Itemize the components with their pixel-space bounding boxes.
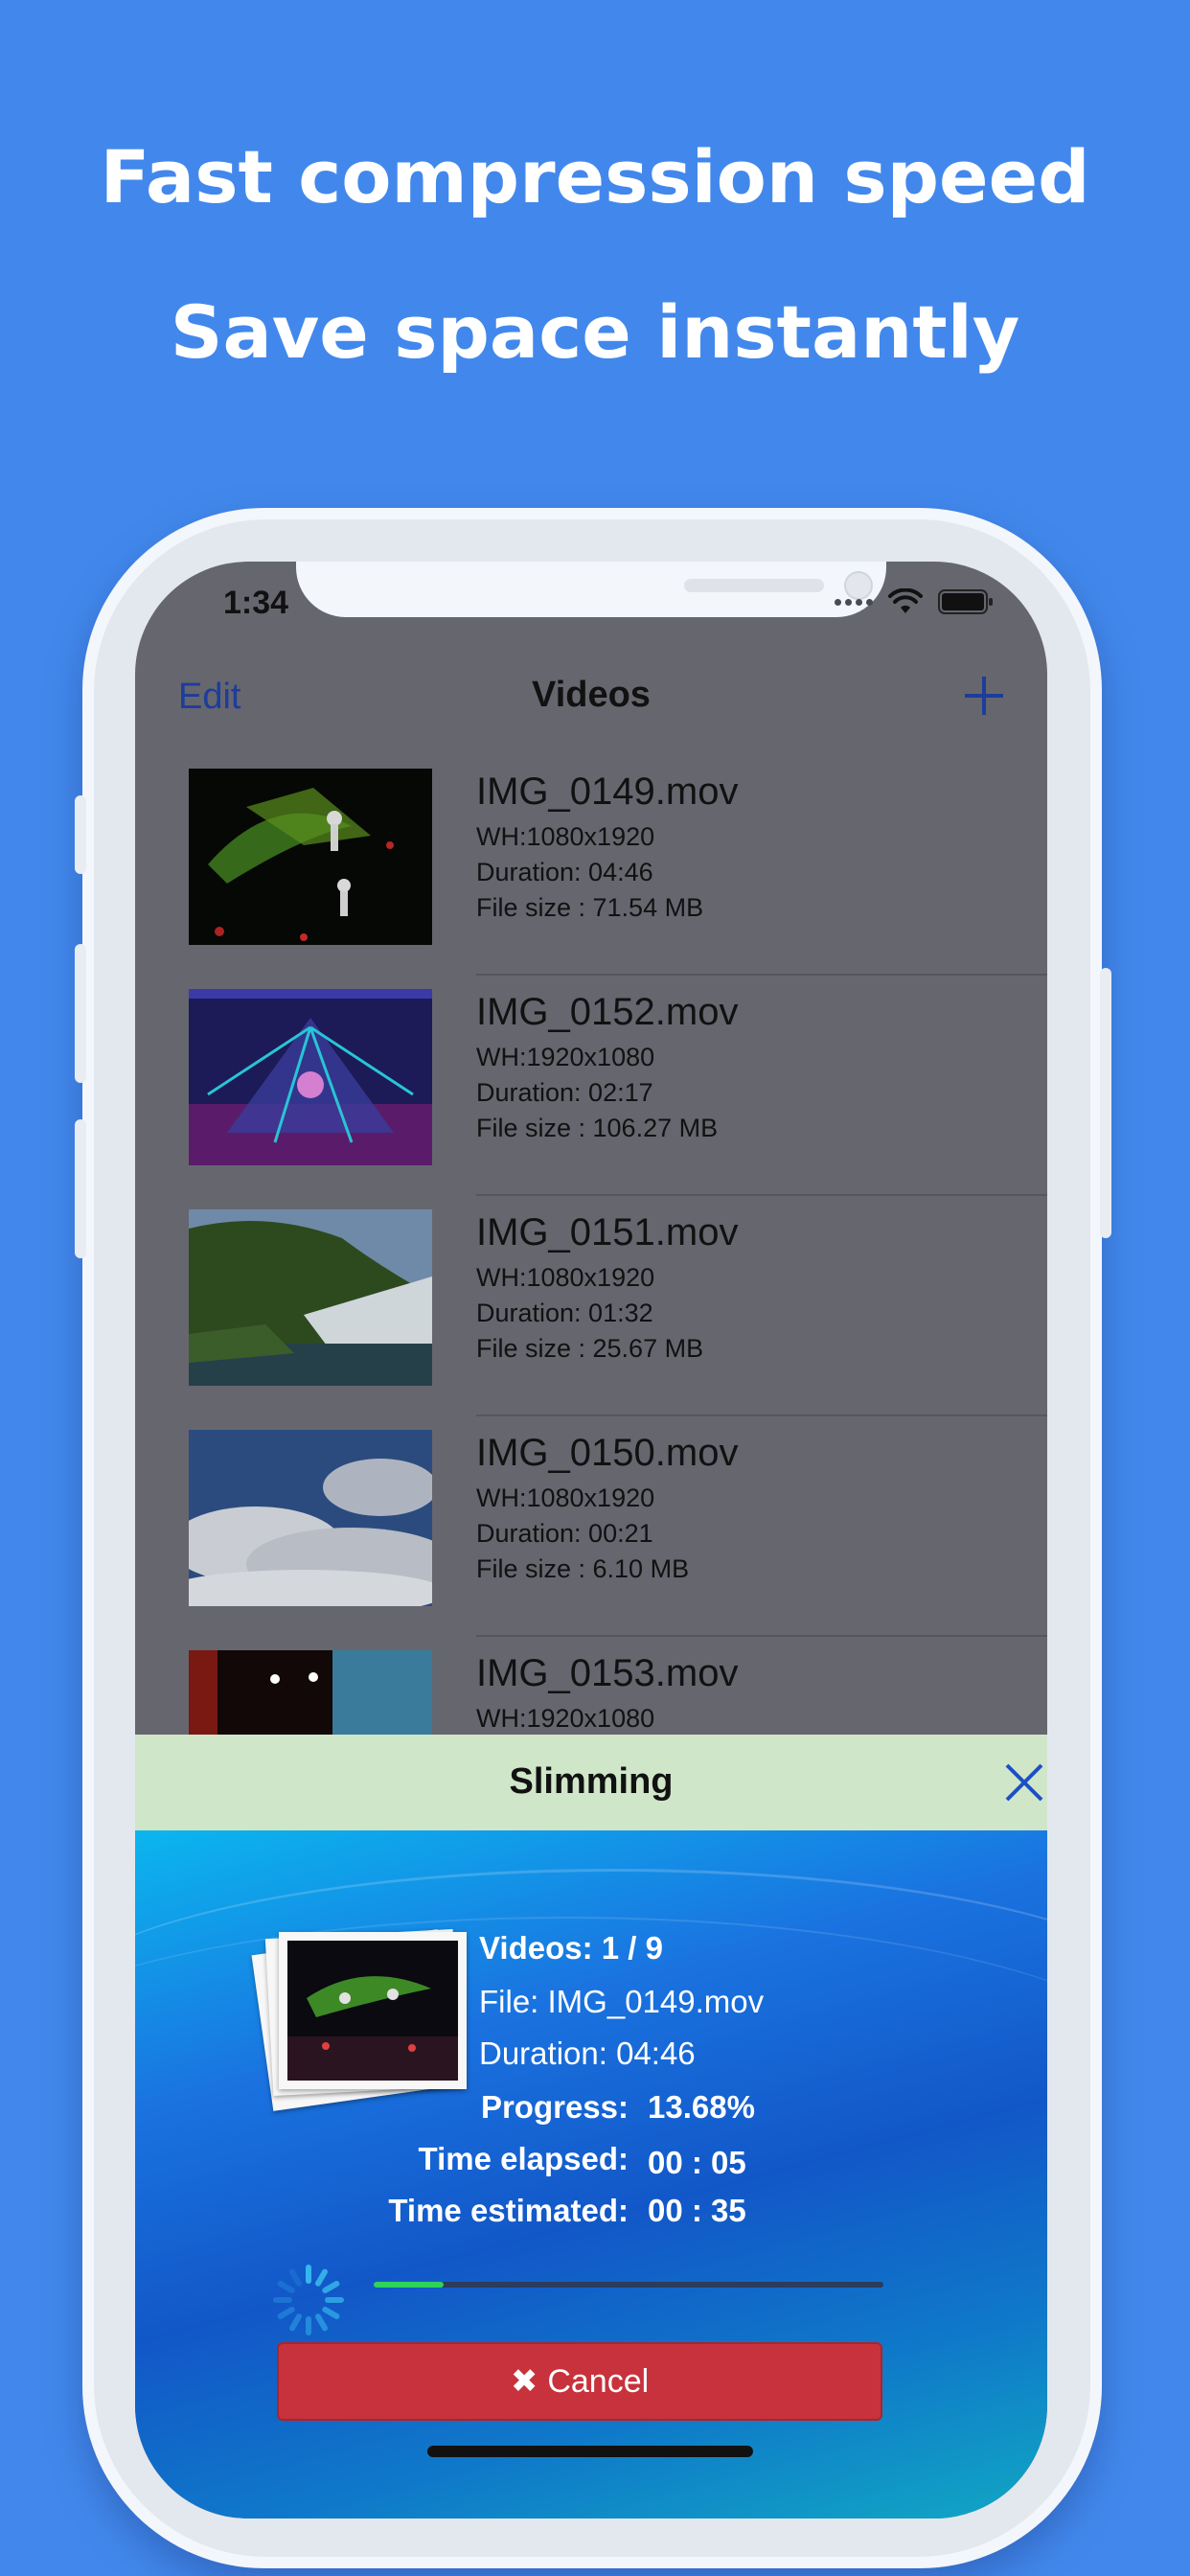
video-filesize: File size : 106.27 MB	[476, 1114, 719, 1142]
volume-down-button	[75, 1119, 86, 1258]
time-elapsed-label: Time elapsed:	[418, 2141, 629, 2176]
mute-switch	[75, 795, 86, 874]
video-thumbnail	[189, 989, 432, 1165]
sheet-header: Slimming	[135, 1735, 1047, 1830]
cancel-label: Cancel	[547, 2362, 650, 2400]
cancel-button[interactable]: ✖ Cancel	[277, 2342, 882, 2421]
status-time: 1:34	[223, 585, 289, 621]
video-duration: Duration: 04:46	[476, 858, 653, 886]
headline-save-space: Save space instantly	[170, 289, 1020, 375]
battery-icon	[938, 589, 993, 614]
video-filesize: File size : 25.67 MB	[476, 1334, 704, 1363]
video-row[interactable]: IMG_0151.mov WH:1080x1920 Duration: 01:3…	[135, 1196, 1047, 1416]
video-filesize: File size : 6.10 MB	[476, 1554, 690, 1583]
progress-label: Progress:	[480, 2089, 629, 2125]
current-file: File: IMG_0149.mov	[479, 1984, 765, 2019]
video-row[interactable]: IMG_0149.mov WH:1080x1920 Duration: 04:4…	[135, 755, 1047, 976]
video-duration: Duration: 01:32	[476, 1299, 653, 1327]
status-icons	[835, 583, 994, 621]
video-thumbnail	[189, 769, 432, 945]
photo-stack-icon	[251, 1926, 469, 2111]
video-dimensions: WH:1080x1920	[476, 1263, 655, 1292]
x-icon: ✖	[510, 2363, 538, 2400]
time-elapsed-value: 00 : 05	[648, 2145, 746, 2180]
volume-up-button	[75, 944, 86, 1083]
close-icon[interactable]	[1003, 1761, 1045, 1804]
video-filename: IMG_0151.mov	[476, 1211, 739, 1254]
video-dimensions: WH:1920x1080	[476, 1043, 655, 1071]
power-button	[1100, 968, 1111, 1238]
video-thumbnail	[189, 1209, 432, 1386]
video-filename: IMG_0152.mov	[476, 991, 739, 1033]
phone-screen: 1:34 Edit Videos IMG_0149.mov WH:1080x19…	[135, 562, 1047, 2518]
video-duration: Duration: 00:21	[476, 1519, 653, 1548]
video-filename: IMG_0149.mov	[476, 770, 739, 813]
video-thumbnail	[189, 1430, 432, 1606]
video-filename: IMG_0150.mov	[476, 1432, 739, 1474]
spinner-icon	[273, 2265, 344, 2335]
video-dimensions: WH:1080x1920	[476, 1484, 655, 1512]
progress-bar	[374, 2282, 883, 2288]
sheet-title: Slimming	[509, 1761, 674, 1802]
video-row[interactable]: IMG_0150.mov WH:1080x1920 Duration: 00:2…	[135, 1416, 1047, 1637]
video-row[interactable]: IMG_0152.mov WH:1920x1080 Duration: 02:1…	[135, 976, 1047, 1196]
headline-fast-compression: Fast compression speed	[100, 134, 1090, 219]
wifi-icon	[888, 588, 923, 613]
video-dimensions: WH:1080x1920	[476, 822, 655, 851]
page-title: Videos	[532, 675, 651, 715]
notch	[296, 562, 886, 617]
time-estimated-value: 00 : 35	[648, 2193, 746, 2228]
cellular-signal-icon	[835, 598, 873, 606]
progress-value: 13.68%	[648, 2089, 755, 2125]
video-filesize: File size : 71.54 MB	[476, 893, 704, 922]
video-dimensions: WH:1920x1080	[476, 1704, 655, 1733]
video-duration: Duration: 02:17	[476, 1078, 653, 1107]
video-filename: IMG_0153.mov	[476, 1652, 739, 1694]
progress-bar-fill	[374, 2282, 444, 2288]
sheet-body: Videos: 1 / 9 File: IMG_0149.mov Duratio…	[135, 1830, 1047, 2518]
speaker-grille	[684, 579, 824, 592]
time-estimated-label: Time estimated:	[388, 2193, 629, 2228]
current-duration: Duration: 04:46	[479, 2036, 696, 2071]
videos-count: Videos: 1 / 9	[479, 1930, 663, 1966]
home-indicator	[427, 2446, 753, 2457]
plus-icon[interactable]	[963, 675, 1005, 717]
